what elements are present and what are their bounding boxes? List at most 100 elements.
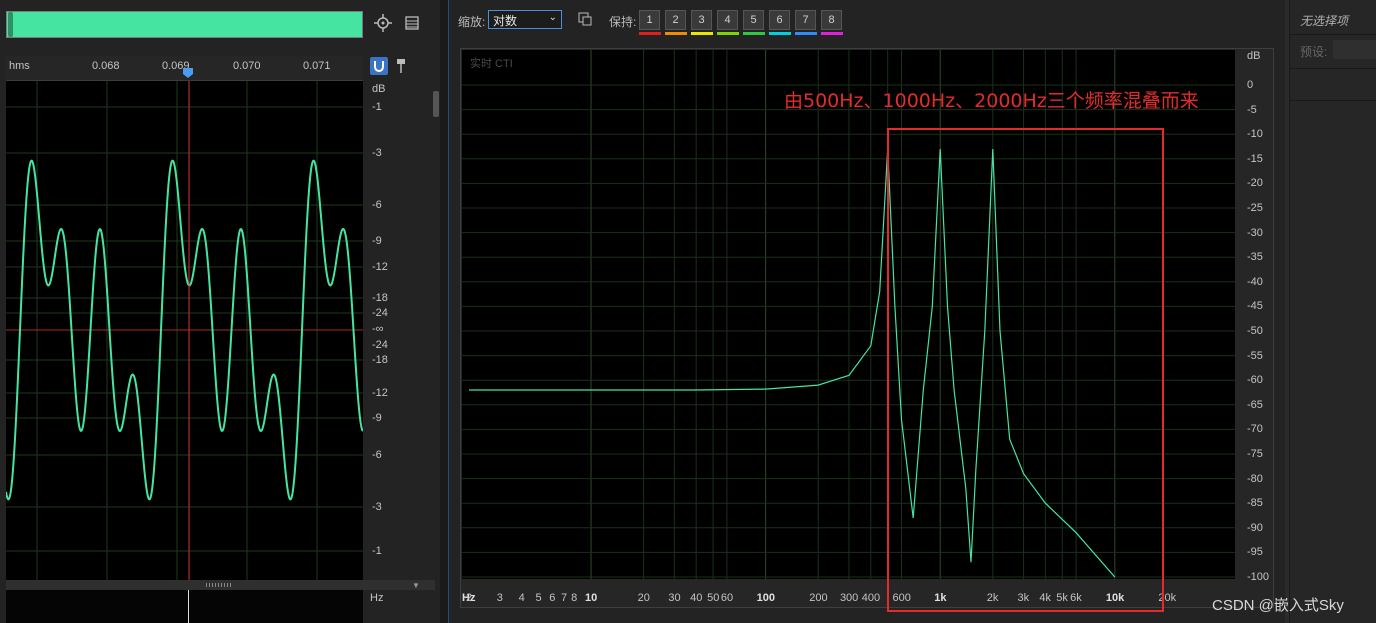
y-tick-label: -65 [1247,398,1263,411]
no-selection-label: 无选择项 [1300,14,1349,28]
y-unit-label: dB [1247,50,1261,62]
db-label: -12 [372,261,388,273]
hold-button-6[interactable]: 6 [769,10,790,30]
hold-button-2[interactable]: 2 [665,10,686,30]
db-label: -3 [372,147,382,159]
zoom-select[interactable]: 对数 ⌄ [488,10,562,29]
marker-pin-icon[interactable] [396,58,406,74]
csdn-watermark: CSDN @嵌入式Sky [1212,597,1344,614]
hz-unit-label: Hz [370,592,384,604]
hold-color-bar [717,32,739,35]
zoom-label: 缩放: [458,15,486,29]
x-tick-label: 8 [571,592,578,604]
annotation-highlight-box [887,128,1164,612]
hold-button-1[interactable]: 1 [639,10,660,30]
x-tick-label: 30 [668,592,681,604]
hold-button-7[interactable]: 7 [795,10,816,30]
chevron-down-icon: ⌄ [548,12,557,23]
hold-color-bar [769,32,791,35]
time-tick: 0.071 [303,60,331,72]
time-tick: 0.070 [233,60,261,72]
y-tick-label: -85 [1247,497,1263,510]
y-tick-label: -55 [1247,349,1263,362]
y-tick-label: -75 [1247,448,1263,460]
y-tick-label: -90 [1247,521,1263,534]
time-unit-label: hms [9,60,30,72]
waveform-db-scale: dB -1 -3 -6 -9 -12 -18 -24 -∞ -24 -18 -1… [363,81,439,580]
divider [1290,100,1376,101]
y-tick-label: -100 [1247,571,1270,583]
divider [1290,68,1376,69]
y-tick-label: -95 [1247,546,1263,559]
hold-button-4[interactable]: 4 [717,10,738,30]
spectrum-watermark: 实时 CTI [470,58,513,70]
y-tick-label: -80 [1247,472,1263,485]
x-tick-label: 100 [756,592,775,604]
db-label: -9 [372,412,382,424]
y-tick-label: -30 [1247,226,1263,239]
y-tick-label: -40 [1247,275,1263,288]
x-tick-label: 20 [637,592,650,604]
hold-color-bar [639,32,661,35]
y-tick-label: -25 [1247,202,1263,214]
y-tick-label: -15 [1247,152,1263,165]
y-tick-label: -35 [1247,251,1263,264]
vertical-zoom-handle[interactable] [433,91,439,117]
playhead-icon[interactable] [182,67,194,79]
hold-button-8[interactable]: 8 [821,10,842,30]
copy-icon[interactable] [577,11,593,27]
hold-button-5[interactable]: 5 [743,10,764,30]
db-label: -3 [372,501,382,513]
x-tick-label: 200 [809,592,828,604]
cursor-line [188,590,189,623]
horizontal-scrollbar[interactable]: ▼ [6,580,435,590]
list-icon[interactable] [402,13,422,33]
zoom-select-value: 对数 [493,14,518,28]
hold-button-3[interactable]: 3 [691,10,712,30]
waveform-svg [5,81,364,580]
y-tick-label: -70 [1247,423,1263,436]
scroll-grip[interactable] [206,583,232,587]
y-tick-label: -10 [1247,128,1263,141]
db-label: -∞ [372,323,384,335]
x-tick-label: 6 [549,592,556,604]
zoom-target-icon[interactable] [372,12,394,34]
scroll-down-icon[interactable]: ▼ [412,581,420,590]
time-tick: 0.068 [92,60,120,72]
overview-handle[interactable] [8,12,13,37]
db-label: -1 [372,545,382,557]
db-label: -18 [372,292,388,304]
db-label: -6 [372,199,382,211]
hold-color-bar [665,32,687,35]
x-tick-label: 3 [496,592,503,604]
snap-icon[interactable] [370,57,388,75]
hold-color-bar [795,32,817,35]
db-label: -24 [372,339,388,351]
annotation-text: 由500Hz、1000Hz、2000Hz三个频率混叠而来 [784,90,1199,112]
x-tick-label: 7 [560,592,568,604]
y-tick-label: -20 [1247,177,1263,190]
db-label: -6 [372,449,382,461]
x-tick-label: 300 [839,592,859,604]
divider [1290,34,1376,35]
waveform-overview[interactable] [6,11,363,38]
panel-divider[interactable] [440,0,448,623]
db-unit-label: dB [372,83,386,95]
y-tick-label: -60 [1247,374,1263,387]
effects-panel: 无选择项 预设: [1289,0,1376,623]
y-tick-label: -45 [1247,300,1263,313]
db-label: -12 [372,387,388,399]
x-tick-label: 5 [535,592,542,604]
db-label: -24 [372,307,388,319]
preset-select[interactable] [1333,40,1376,59]
y-tick-label: -5 [1247,103,1257,116]
db-label: -9 [372,235,382,247]
x-tick-label: 10 [585,592,598,604]
x-tick-label: 60 [720,592,734,604]
x-tick-label: 2 [466,592,473,604]
y-tick-label: -50 [1247,325,1263,337]
hold-color-bar [691,32,713,35]
hold-color-bar [743,32,765,35]
waveform-canvas[interactable] [5,81,364,580]
spectral-strip [6,590,363,623]
